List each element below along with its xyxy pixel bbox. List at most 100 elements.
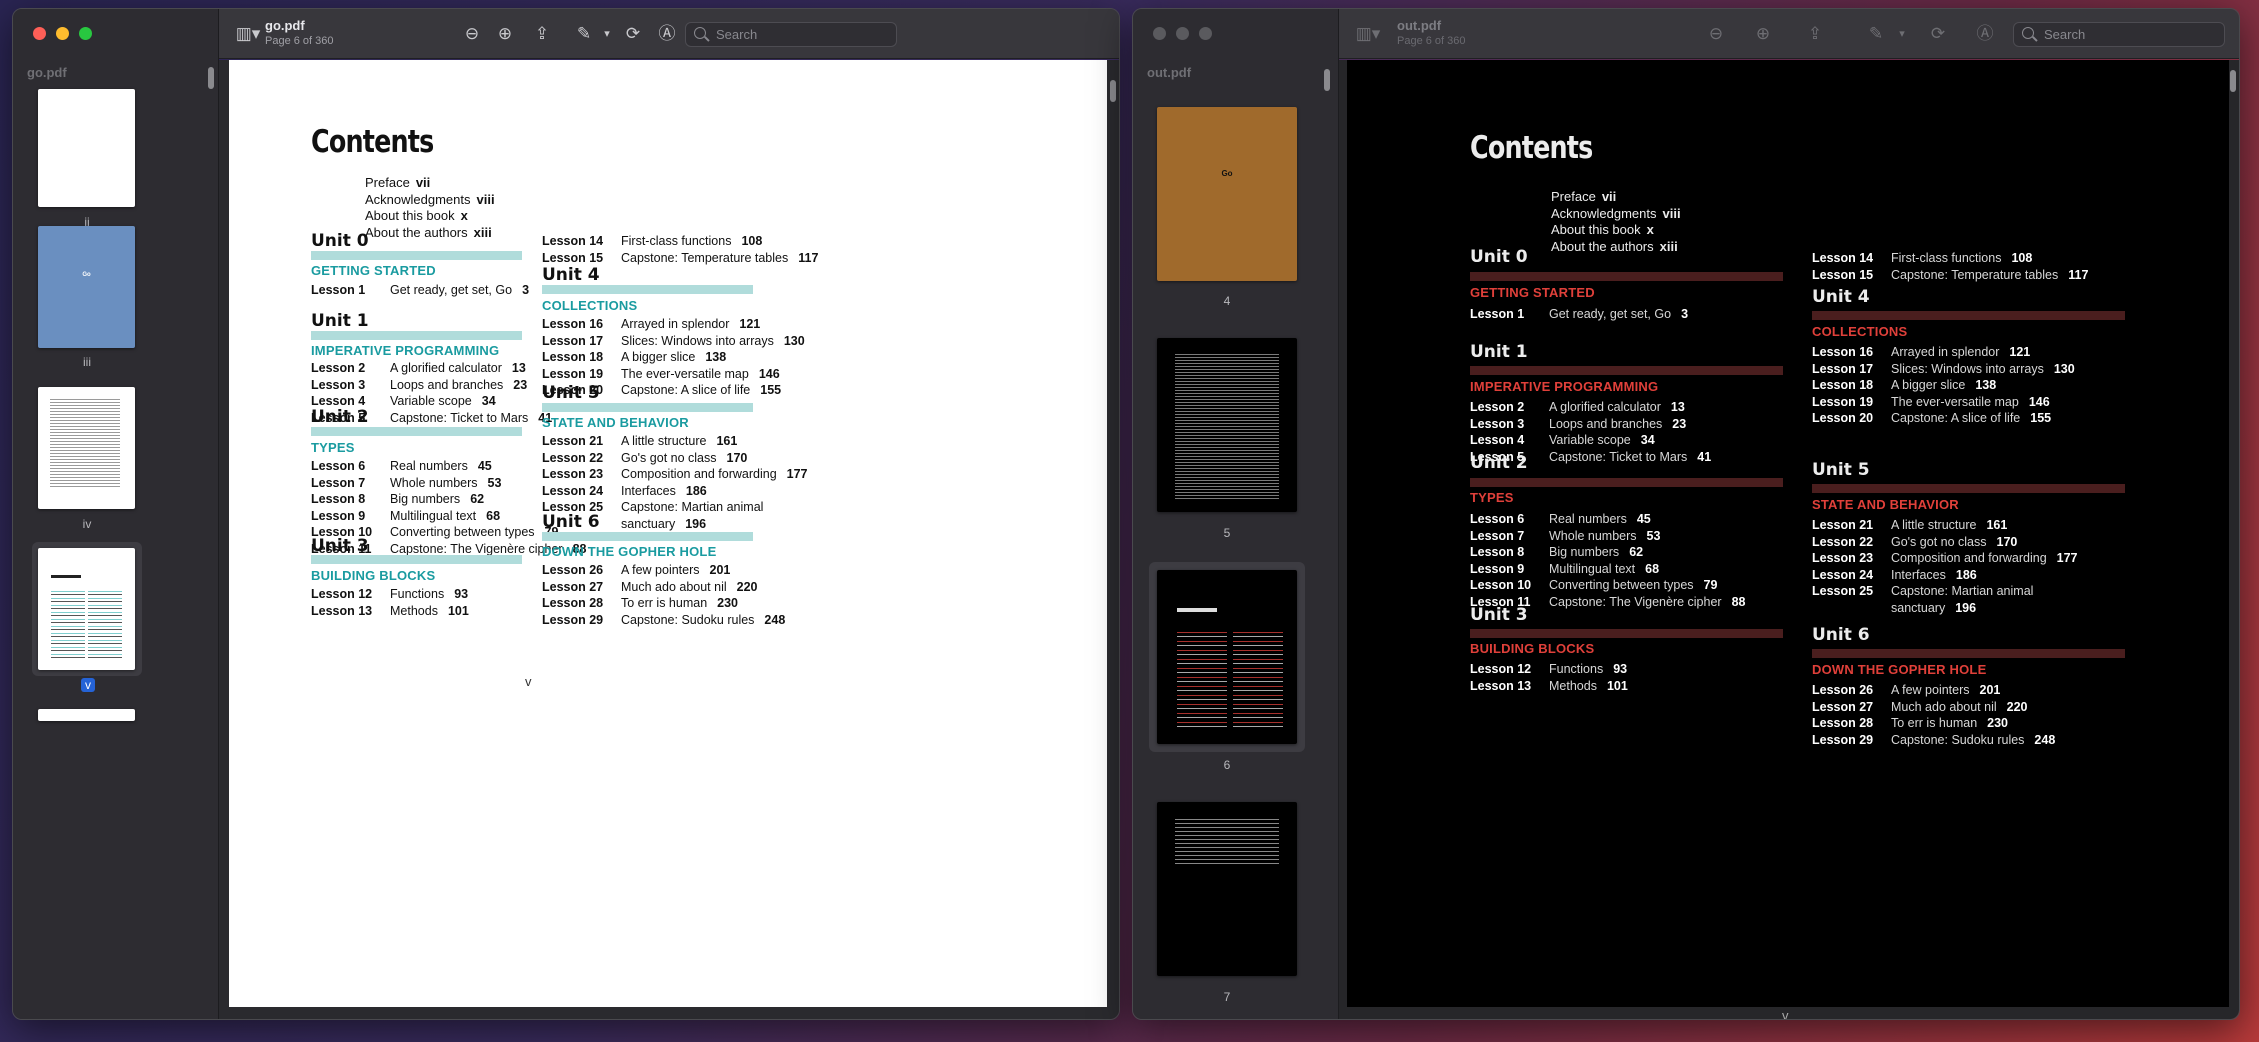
lesson-row: Lesson 22 Go's got no class 170 [1812, 534, 2018, 549]
zoom-out-icon[interactable]: ⊖ [461, 23, 483, 45]
zoom-window-button[interactable] [1199, 27, 1212, 40]
text-lines-art [50, 397, 120, 487]
page-scrollbar[interactable] [1110, 80, 1116, 102]
annotate-icon[interactable]: Ⓐ [1974, 23, 1996, 45]
unit-heading: Unit 4 [542, 265, 600, 285]
unit-divider [311, 331, 522, 340]
thumbnail-label: iii [83, 355, 91, 369]
zoom-window-button[interactable] [79, 27, 92, 40]
mini-column [51, 588, 85, 658]
page-thumbnail[interactable] [38, 89, 135, 207]
lesson-row: Lesson 16 Arrayed in splendor 121 [1812, 345, 2031, 359]
lesson-row: Lesson 26 A few pointers 201 [1812, 683, 2001, 697]
unit-heading: Unit 0 [311, 231, 369, 251]
lesson-row: Lesson 24 Interfaces 186 [542, 483, 707, 498]
page-thumbnail[interactable] [1157, 338, 1297, 512]
sidebar-toggle-icon[interactable]: ▥▾ [1351, 23, 1385, 45]
unit-subtitle: BUILDING BLOCKS [311, 568, 436, 583]
cover-title: Go [1221, 169, 1233, 178]
unit-divider [311, 555, 522, 564]
thumbnail-label: iv [82, 517, 92, 531]
lesson-row: Lesson 24 Interfaces 186 [1812, 567, 1977, 582]
cover-title: Go [82, 272, 91, 278]
lesson-row: Lesson 22 Go's got no class 170 [542, 450, 748, 465]
page-thumbnail[interactable] [38, 709, 135, 721]
lesson-row: Lesson 17 Slices: Windows into arrays 130 [542, 333, 805, 348]
lesson-row: Lesson 15 Capstone: Temperature tables 117 [542, 250, 819, 265]
document-title: out.pdf [1397, 18, 1442, 33]
close-window-button[interactable] [1153, 27, 1166, 40]
sidebar-scrollbar[interactable] [208, 67, 214, 89]
zoom-in-icon[interactable]: ⊕ [494, 23, 516, 45]
sidebar-title: go.pdf [27, 65, 67, 80]
search-icon [2022, 27, 2034, 39]
share-icon[interactable]: ⇪ [1804, 23, 1826, 45]
search-placeholder: Search [2044, 27, 2086, 42]
front-item: About this book x [365, 208, 468, 223]
unit-subtitle: IMPERATIVE PROGRAMMING [311, 343, 500, 358]
rotate-icon[interactable]: ⟳ [1927, 23, 1949, 45]
lesson-list: Lesson 14 First-class functions 108 Lesson… [542, 233, 818, 266]
contents-title: Contents [1470, 130, 1593, 166]
chevron-down-icon[interactable]: ▾ [1891, 23, 1913, 45]
lesson-row: Lesson 27 Much ado about nil 220 [542, 579, 758, 594]
lesson-row: Lesson 16 Arrayed in splendor 121 [542, 317, 761, 331]
markup-pen-icon[interactable]: ✎ [1865, 23, 1887, 45]
minimize-window-button[interactable] [1176, 27, 1189, 40]
page-thumbnail[interactable] [38, 387, 135, 509]
page-thumbnail[interactable]: Go [1157, 107, 1297, 281]
unit-heading: Unit 6 [542, 512, 600, 532]
page-thumbnail[interactable] [1157, 802, 1297, 976]
unit-subtitle: GETTING STARTED [1470, 285, 1595, 300]
lesson-row: Lesson 18 A bigger slice 138 [542, 350, 727, 365]
search-field[interactable]: Search [685, 22, 897, 47]
chevron-down-icon[interactable]: ▾ [596, 23, 618, 45]
lesson-row: Lesson 29 Capstone: Sudoku rules 248 [542, 612, 786, 627]
sidebar-toggle-icon[interactable]: ▥▾ [231, 23, 265, 45]
annotate-icon[interactable]: Ⓐ [656, 23, 678, 45]
document-view[interactable]: Contents Preface vii Acknowledgments viii … [219, 60, 1119, 1019]
thumbnail-sidebar[interactable]: go.pdf ii Go iii iv v [13, 9, 219, 1019]
search-field[interactable]: Search [2013, 22, 2225, 47]
zoom-out-icon[interactable]: ⊖ [1705, 23, 1727, 45]
text-lines-art [1175, 352, 1279, 500]
lesson-row: Lesson 14 First-class functions 108 [1812, 251, 2033, 265]
lesson-row: Lesson 21 A little structure 161 [542, 434, 738, 448]
close-window-button[interactable] [33, 27, 46, 40]
lesson-row: Lesson 13 Methods 101 [1470, 678, 1628, 693]
unit-subtitle: BUILDING BLOCKS [1470, 641, 1595, 656]
lesson-row: Lesson 2A glorified calculator 13 [311, 361, 526, 375]
lesson-list: Lesson 21 A little structure 161 Lesson 22… [1812, 517, 2078, 617]
lesson-row: Lesson 8 Big numbers 62 [1470, 545, 1644, 560]
unit-heading: Unit 6 [1812, 625, 1870, 645]
unit-subtitle: GETTING STARTED [311, 263, 436, 278]
page-scrollbar[interactable] [2230, 70, 2236, 92]
minimize-window-button[interactable] [56, 27, 69, 40]
front-matter: Preface vii Acknowledgments viii About thi… [1551, 189, 1681, 255]
sidebar-scrollbar[interactable] [1324, 69, 1330, 91]
mini-heading [51, 575, 81, 578]
lesson-row: Lesson 26 A few pointers 201 [542, 563, 731, 577]
zoom-in-icon[interactable]: ⊕ [1752, 23, 1774, 45]
unit-subtitle: TYPES [311, 440, 355, 455]
share-icon[interactable]: ⇪ [531, 23, 553, 45]
page-thumbnail-selected[interactable] [1157, 570, 1297, 744]
unit-divider [311, 251, 522, 260]
lesson-row: Lesson 14 First-class functions 108 [542, 234, 763, 248]
rotate-icon[interactable]: ⟳ [622, 23, 644, 45]
mini-column [88, 588, 122, 658]
lesson-list: Lesson 14 First-class functions 108 Lesson… [1812, 250, 2088, 283]
lesson-row: sanctuary 196 [1891, 600, 1977, 615]
pdf-page: Contents Preface vii Acknowledgments viii … [1347, 60, 2229, 1019]
page-thumbnail[interactable]: Go [38, 226, 135, 348]
thumbnail-label: 5 [1223, 526, 1231, 540]
contents-title: Contents [311, 124, 434, 160]
window-controls [1153, 27, 1212, 40]
thumbnail-sidebar[interactable]: out.pdf Go 4 5 6 7 [1133, 9, 1339, 1019]
markup-pen-icon[interactable]: ✎ [573, 23, 595, 45]
unit-heading: Unit 5 [1812, 460, 1870, 480]
unit-subtitle: STATE AND BEHAVIOR [542, 415, 689, 430]
document-title: go.pdf [265, 18, 305, 33]
document-view[interactable]: Contents Preface vii Acknowledgments viii … [1339, 60, 2239, 1019]
page-thumbnail-selected[interactable] [38, 548, 135, 670]
